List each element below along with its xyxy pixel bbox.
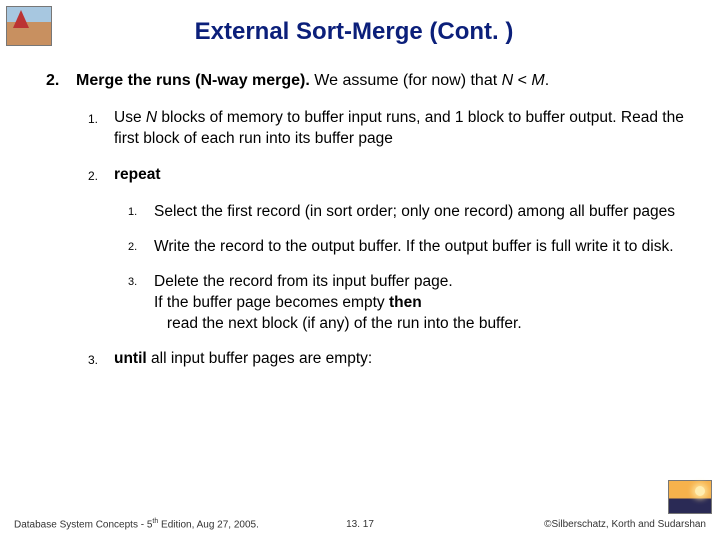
var-n: N <box>146 109 157 126</box>
ss-num: 1. <box>128 202 144 223</box>
t: We assume (for now) that <box>314 72 501 89</box>
until-keyword: until <box>114 350 147 367</box>
var-n: N <box>502 72 514 89</box>
repeat-keyword: repeat <box>114 166 161 183</box>
subsub-1: 1. Select the first record (in sort orde… <box>128 202 692 223</box>
sub-step-1: 1. Use N blocks of memory to buffer inpu… <box>88 108 692 150</box>
slide-number: 13. 17 <box>346 519 374 530</box>
sub-body: repeat <box>114 165 161 186</box>
sub-step-3: 3. until all input buffer pages are empt… <box>88 349 692 370</box>
sub-num: 1. <box>88 108 104 150</box>
ss-num: 2. <box>128 237 144 258</box>
sub-num: 2. <box>88 165 104 186</box>
sub-body: Use N blocks of memory to buffer input r… <box>114 108 692 150</box>
slide: External Sort-Merge (Cont. ) 2. Merge th… <box>0 0 720 540</box>
footer: Database System Concepts - 5th Edition, … <box>0 518 720 530</box>
ss-body: Write the record to the output buffer. I… <box>154 237 674 258</box>
step-2: 2. Merge the runs (N-way merge). We assu… <box>46 70 682 92</box>
sub-list: 1. Use N blocks of memory to buffer inpu… <box>88 108 692 370</box>
t: Use <box>114 109 146 126</box>
sub-step-2: 2. repeat <box>88 165 692 186</box>
subsub-list: 1. Select the first record (in sort orde… <box>128 202 692 335</box>
sunset-icon <box>668 480 712 514</box>
t: If the buffer page becomes empty <box>154 294 389 311</box>
sub-body: until all input buffer pages are empty: <box>114 349 372 370</box>
step-number: 2. <box>46 70 66 92</box>
t: Delete the record from its input buffer … <box>154 273 453 290</box>
t: read the next block (if any) of the run … <box>154 315 522 332</box>
t: all input buffer pages are empty: <box>147 350 372 367</box>
t: . <box>545 72 549 89</box>
t: Edition, Aug 27, 2005. <box>158 519 259 530</box>
subsub-2: 2. Write the record to the output buffer… <box>128 237 692 258</box>
t: blocks of memory to buffer input runs, a… <box>114 109 684 147</box>
step-body: Merge the runs (N-way merge). We assume … <box>76 70 549 92</box>
sailboat-icon <box>6 6 52 46</box>
step-bold: Merge the runs (N-way merge). <box>76 72 314 89</box>
sub-num: 3. <box>88 349 104 370</box>
t: < <box>513 72 531 89</box>
slide-title: External Sort-Merge (Cont. ) <box>16 18 692 46</box>
footer-right: ©Silberschatz, Korth and Sudarshan <box>544 519 706 530</box>
ss-body: Select the first record (in sort order; … <box>154 202 675 223</box>
t: Database System Concepts - 5 <box>14 519 152 530</box>
ss-num: 3. <box>128 272 144 335</box>
subsub-3: 3. Delete the record from its input buff… <box>128 272 692 335</box>
ss-body: Delete the record from its input buffer … <box>154 272 522 335</box>
then-keyword: then <box>389 294 422 311</box>
footer-left: Database System Concepts - 5th Edition, … <box>14 518 259 530</box>
var-m: M <box>531 72 544 89</box>
